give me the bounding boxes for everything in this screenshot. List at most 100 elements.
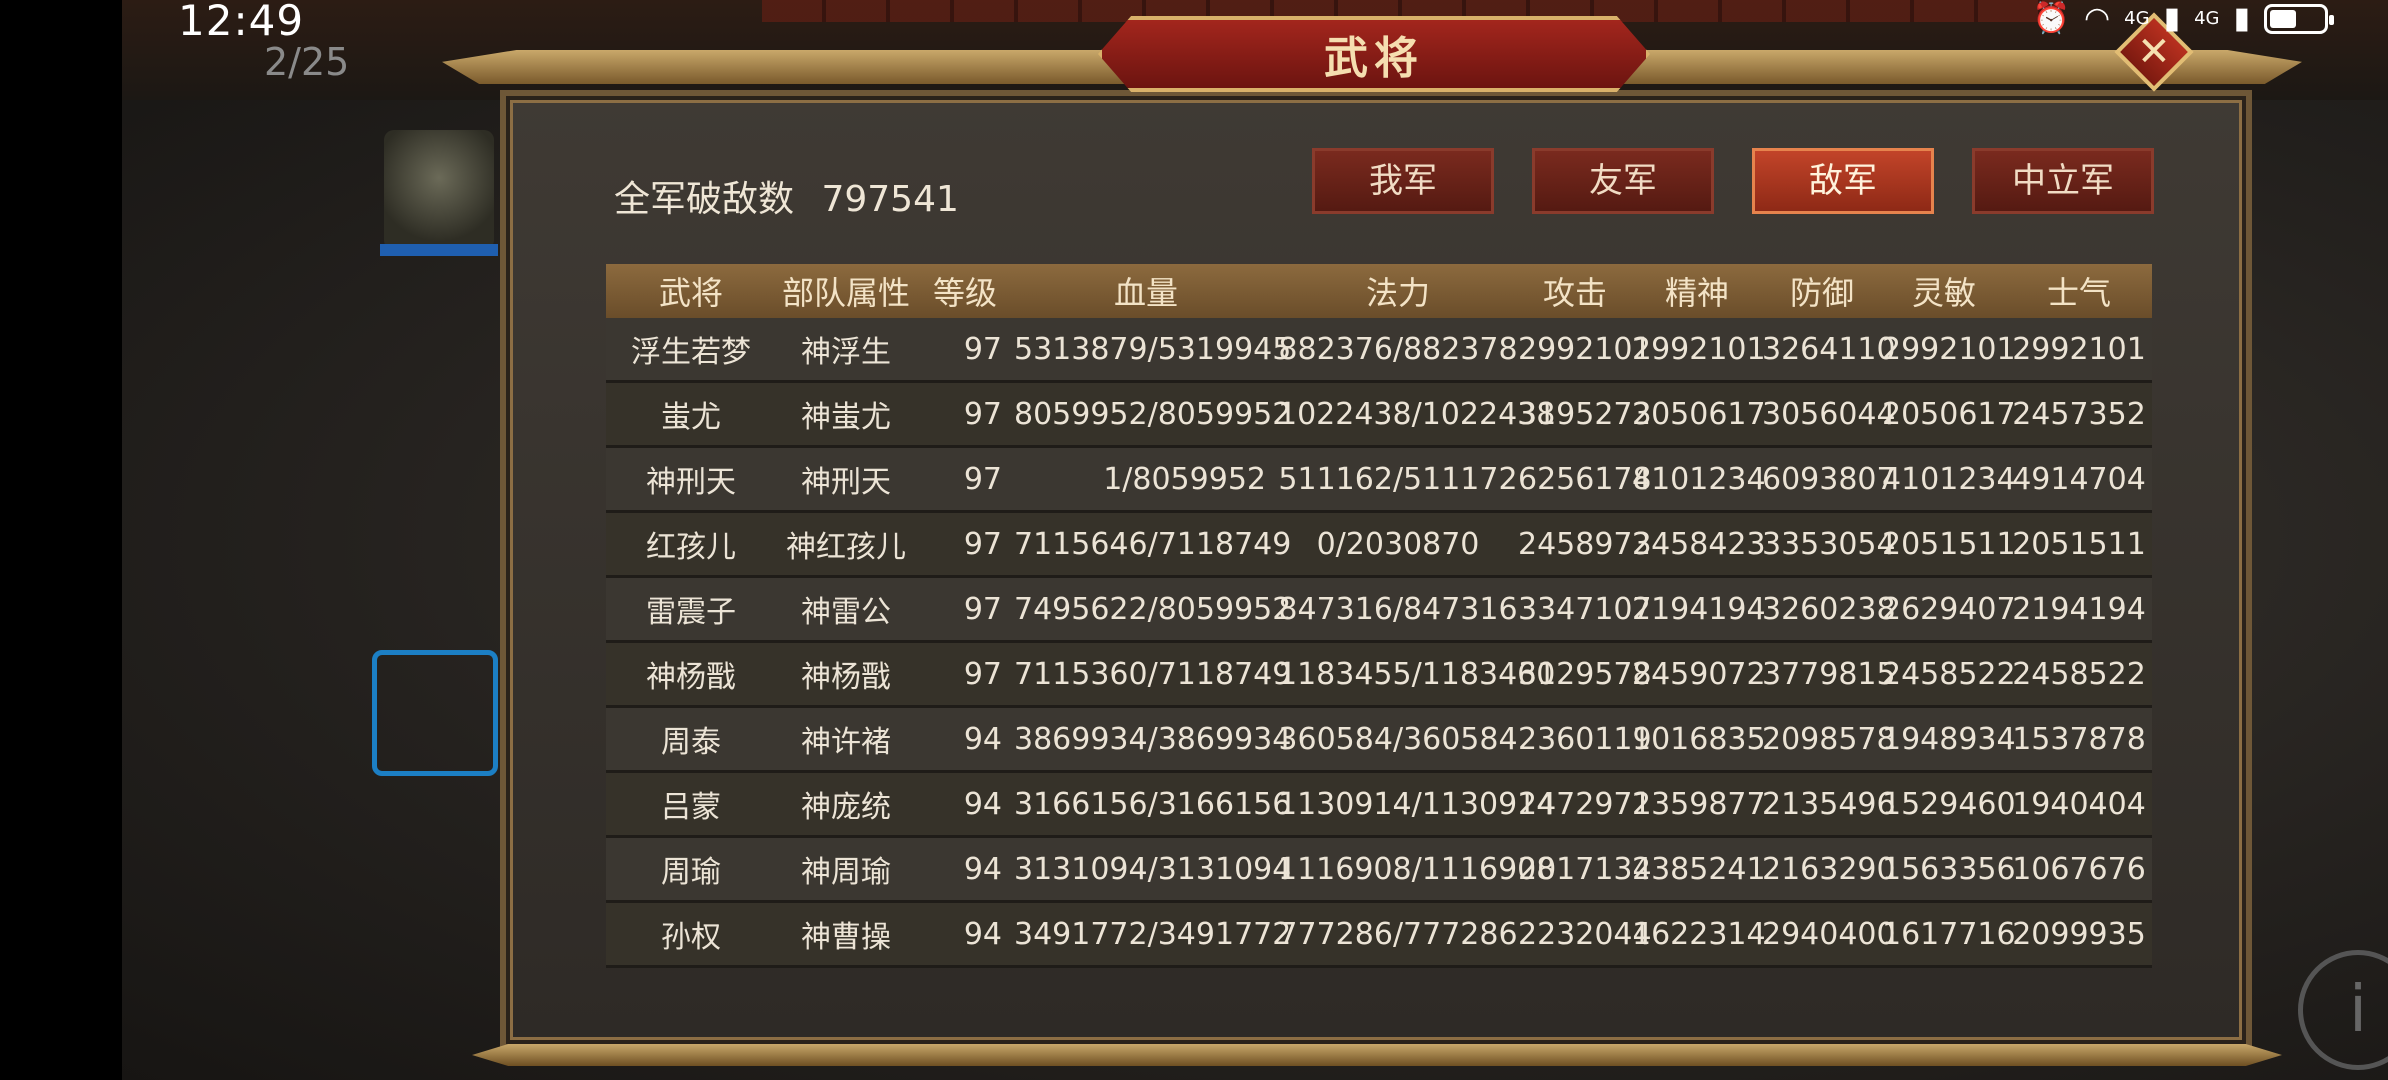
column-header: 法力: [1278, 264, 1518, 318]
table-row[interactable]: 蚩尤 神蚩尤 97 8059952/8059952 1022438/1022438 319…: [606, 381, 2152, 448]
table-cell: 1622314: [1632, 901, 1766, 968]
column-header: 血量: [1014, 264, 1278, 318]
generals-table: 武将 部队属性 等级 血量 法力 攻击 精神 防御 灵敏 士气 浮生若梦 神浮生 97 5313879/…: [606, 264, 2152, 968]
table-cell: 94: [916, 901, 1014, 968]
table-row[interactable]: 吕蒙 神庞统 94 3166156/3166156 1130914/1130914 247…: [606, 771, 2152, 838]
table-cell: 97: [916, 576, 1014, 643]
info-button[interactable]: i: [2298, 950, 2388, 1070]
table-cell: 神红孩儿: [776, 511, 916, 578]
kills-value: 797541: [821, 179, 959, 220]
column-header: 士气: [2006, 264, 2152, 318]
table-cell: 1067676: [2006, 836, 2152, 903]
selection-frame[interactable]: [372, 650, 498, 776]
column-header: 武将: [606, 264, 776, 318]
table-row[interactable]: 周瑜 神周瑜 94 3131094/3131094 1116908/1116908 201…: [606, 836, 2152, 903]
table-row[interactable]: 雷震子 神雷公 97 7495622/8059952 847316/847316 3347…: [606, 576, 2152, 643]
table-cell: 97: [916, 511, 1014, 578]
table-cell: 神庞统: [776, 771, 916, 838]
table-cell: 94: [916, 771, 1014, 838]
table-cell: 3264110: [1762, 318, 1896, 383]
table-cell: 97: [916, 641, 1014, 708]
clock: 12:49: [178, 0, 305, 45]
table-cell: 97: [916, 446, 1014, 513]
table-header: 武将 部队属性 等级 血量 法力 攻击 精神 防御 灵敏 士气: [606, 264, 2152, 318]
table-cell: 2135496: [1762, 771, 1896, 838]
table-cell: 1183455/1183460: [1278, 641, 1555, 708]
table-cell: 雷震子: [606, 576, 776, 643]
table-cell: 7115646/7118749: [1014, 511, 1291, 578]
table-cell: 4914704: [2006, 446, 2152, 513]
table-cell: 红孩儿: [606, 511, 776, 578]
table-cell: 1537878: [2006, 706, 2152, 773]
panel-bottom-ornament: [472, 1044, 2282, 1066]
table-cell: 3166156/3166156: [1014, 771, 1291, 838]
table-cell: 4101234: [1632, 446, 1766, 513]
table-cell: 2629407: [1882, 576, 2016, 643]
table-cell: 1948934: [1882, 706, 2016, 773]
status-bar: 12:49 ⏰ ◠ 4G ▮ 4G ▮: [0, 0, 2388, 45]
table-cell: 1/8059952: [1014, 446, 1278, 513]
table-cell: 8059952/8059952: [1014, 381, 1291, 448]
signal-4g-label-1: 4G: [2124, 8, 2150, 29]
table-cell: 2050617: [1882, 381, 2016, 448]
tab-own-army[interactable]: 我军: [1312, 148, 1494, 214]
table-cell: 2232044: [1518, 901, 1652, 968]
table-row[interactable]: 神刑天 神刑天 97 1/8059952 511162/511172 6256178 410…: [606, 446, 2152, 513]
table-cell: 2472971: [1518, 771, 1652, 838]
signal-4g-label-2: 4G: [2194, 8, 2220, 29]
table-cell: 1617716: [1882, 901, 2016, 968]
hero-sprite[interactable]: [384, 130, 494, 250]
column-header: 等级: [916, 264, 1014, 318]
table-cell: 3260238: [1762, 576, 1896, 643]
table-row[interactable]: 神杨戬 神杨戬 97 7115360/7118749 1183455/1183460 31…: [606, 641, 2152, 708]
table-cell: 2940400: [1762, 901, 1896, 968]
table-cell: 3056044: [1762, 381, 1896, 448]
table-cell: 2359877: [1632, 771, 1766, 838]
tab-neutral-army[interactable]: 中立军: [1972, 148, 2154, 214]
table-cell: 神周瑜: [776, 836, 916, 903]
table-cell: 孙权: [606, 901, 776, 968]
table-cell: 神许褚: [776, 706, 916, 773]
page-counter: 2/25: [264, 40, 350, 84]
table-cell: 周瑜: [606, 836, 776, 903]
game-scene: 2/25 i 武将 ✕ 全军破敌数 797541 我军 友军 敌军 中立军 武将…: [122, 0, 2388, 1080]
table-cell: 511162/511172: [1278, 446, 1518, 513]
table-cell: 3869934/3869934: [1014, 706, 1291, 773]
table-cell: 2194194: [1632, 576, 1766, 643]
table-cell: 847316/847316: [1278, 576, 1518, 643]
table-cell: 浮生若梦: [606, 318, 776, 383]
wifi-icon: ◠: [2083, 1, 2111, 36]
table-cell: 3131094/3131094: [1014, 836, 1291, 903]
table-cell: 2457352: [2006, 381, 2152, 448]
table-cell: 1016835: [1632, 706, 1766, 773]
table-row[interactable]: 孙权 神曹操 94 3491772/3491772 777286/777286 22320…: [606, 901, 2152, 968]
table-cell: 2051511: [2006, 511, 2152, 578]
table-row[interactable]: 周泰 神许褚 94 3869934/3869934 360584/360584 23601…: [606, 706, 2152, 773]
table-row[interactable]: 浮生若梦 神浮生 97 5313879/5319945 882376/882378 299…: [606, 318, 2152, 383]
column-header: 精神: [1632, 264, 1762, 318]
table-cell: 2017134: [1518, 836, 1652, 903]
table-cell: 2458522: [1882, 641, 2016, 708]
table-cell: 97: [916, 318, 1014, 383]
table-cell: 1563356: [1882, 836, 2016, 903]
table-cell: 360584/360584: [1278, 706, 1518, 773]
table-row[interactable]: 红孩儿 神红孩儿 97 7115646/7118749 0/2030870 2458973…: [606, 511, 2152, 578]
column-header: 部队属性: [776, 264, 916, 318]
table-cell: 2992101: [1882, 318, 2016, 383]
hero-health-bar: [380, 244, 498, 256]
table-cell: 2050617: [1632, 381, 1766, 448]
table-cell: 蚩尤: [606, 381, 776, 448]
tab-enemy-army[interactable]: 敌军: [1752, 148, 1934, 214]
table-cell: 777286/777286: [1278, 901, 1518, 968]
tab-allied-army[interactable]: 友军: [1532, 148, 1714, 214]
table-cell: 神雷公: [776, 576, 916, 643]
faction-tabs: 我军 友军 敌军 中立军: [1312, 148, 2154, 214]
table-cell: 7115360/7118749: [1014, 641, 1291, 708]
table-cell: 5313879/5319945: [1014, 318, 1291, 383]
table-cell: 1022438/1022438: [1278, 381, 1555, 448]
column-header: 灵敏: [1882, 264, 2006, 318]
table-cell: 2194194: [2006, 576, 2152, 643]
table-cell: 神刑天: [776, 446, 916, 513]
table-cell: 4101234: [1882, 446, 2016, 513]
table-cell: 97: [916, 381, 1014, 448]
